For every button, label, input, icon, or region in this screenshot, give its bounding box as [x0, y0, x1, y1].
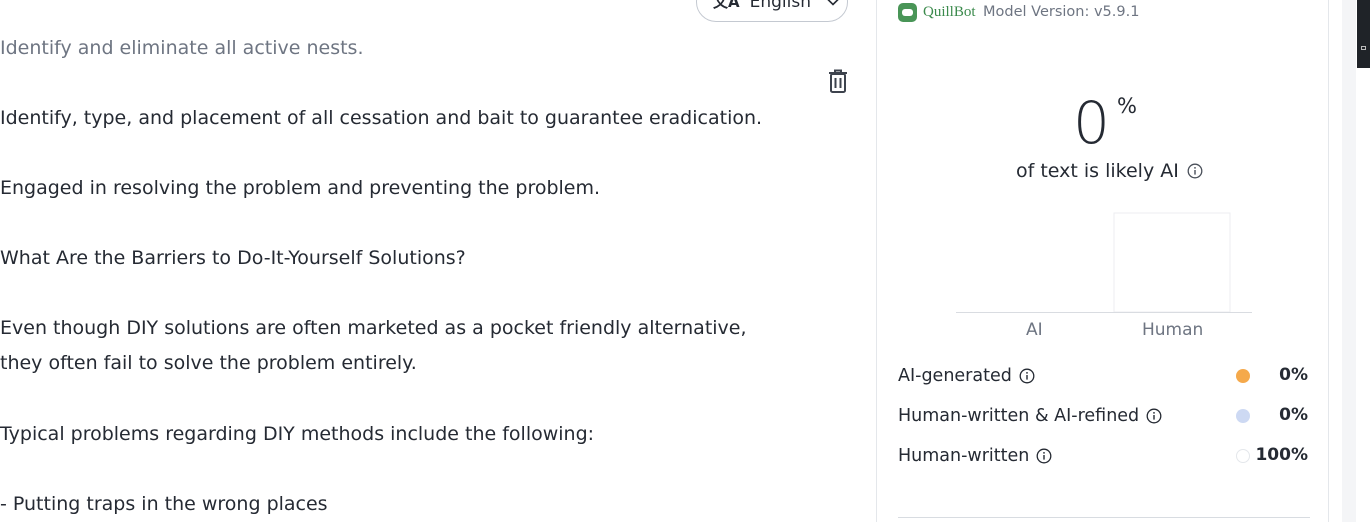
legend-dot-orange	[1236, 369, 1250, 383]
legend-row-human-written: Human-written 100%	[898, 444, 1310, 468]
paragraph: What Are the Barriers to Do-It-Yourself …	[0, 247, 466, 269]
paragraph: Identify, type, and placement of all ces…	[0, 107, 763, 129]
paragraph: they often fail to solve the problem ent…	[0, 352, 417, 374]
paragraph: Identify and eliminate all active nests.	[0, 37, 364, 59]
language-dropdown[interactable]: 文A English	[696, 0, 848, 22]
info-icon[interactable]	[1187, 163, 1203, 179]
quillbot-logo-icon	[898, 3, 917, 22]
x-tick-label-ai: AI	[1026, 320, 1043, 340]
score-caption: of text is likely AI	[1016, 160, 1203, 182]
info-icon[interactable]	[1036, 448, 1052, 464]
thumbnail-icon	[1361, 46, 1366, 50]
legend-percent: 100%	[1255, 445, 1308, 465]
panel-border	[1328, 0, 1329, 522]
info-icon[interactable]	[1146, 408, 1162, 424]
ai-human-bar-chart: AI Human	[956, 212, 1252, 347]
legend-row-ai-generated: AI-generated 0%	[898, 364, 1310, 388]
trash-icon[interactable]	[826, 68, 850, 94]
paragraph: - Putting traps in the wrong places	[0, 493, 328, 515]
legend-row-ai-refined: Human-written & AI-refined 0%	[898, 404, 1310, 428]
legend-label: AI-generated	[898, 366, 1012, 386]
legend-percent: 0%	[1279, 365, 1308, 385]
paragraph: Even though DIY solutions are often mark…	[0, 317, 747, 339]
paragraph: Typical problems regarding DIY methods i…	[0, 423, 595, 445]
quillbot-brand: QuillBot	[898, 3, 976, 22]
legend-dot-white	[1236, 449, 1250, 463]
chart-canvas	[956, 212, 1252, 313]
section-divider	[898, 517, 1310, 518]
chevron-down-icon	[827, 0, 839, 6]
language-label: English	[749, 0, 811, 12]
legend-label: Human-written	[898, 446, 1030, 466]
legend-dot-light-blue	[1236, 409, 1250, 423]
paragraph: Engaged in resolving the problem and pre…	[0, 177, 601, 199]
translate-icon: 文A	[713, 0, 740, 11]
model-version: Model Version: v5.9.1	[983, 4, 1140, 20]
score-caption-text: of text is likely AI	[1016, 160, 1179, 182]
scrollbar-track[interactable]	[1342, 0, 1356, 522]
text-editor[interactable]: 文A English Identify and eliminate all ac…	[0, 0, 876, 522]
legend-percent: 0%	[1279, 405, 1308, 425]
bar-human	[1113, 212, 1231, 313]
ai-score-unit: %	[1117, 94, 1137, 118]
ai-score-value: 0	[1073, 89, 1110, 157]
x-tick-label-human: Human	[1142, 320, 1204, 340]
info-icon[interactable]	[1019, 368, 1035, 384]
brand-name: QuillBot	[923, 4, 976, 20]
video-thumbnail[interactable]	[1357, 0, 1370, 68]
legend-label: Human-written & AI-refined	[898, 406, 1140, 426]
panel-divider	[876, 0, 877, 522]
